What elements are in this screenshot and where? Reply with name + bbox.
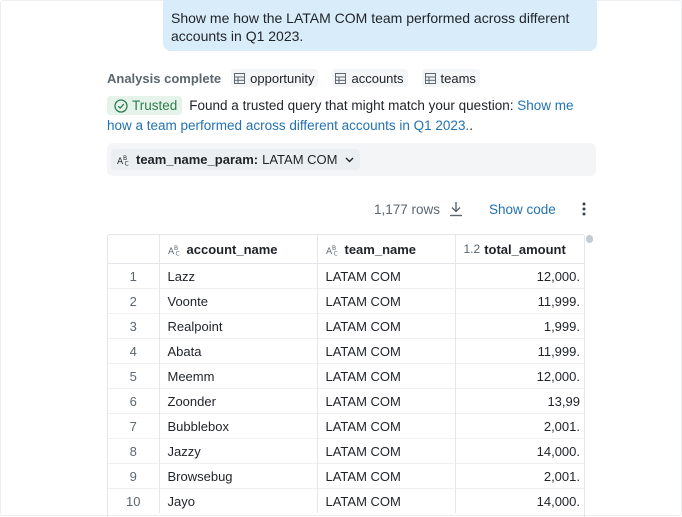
row-index-cell[interactable]: 4 xyxy=(108,338,159,364)
number-type-icon: 1.2 xyxy=(463,242,481,257)
table-row[interactable]: 3 Realpoint LATAM COM 1,999. xyxy=(108,313,584,339)
row-index-cell[interactable]: 7 xyxy=(108,413,159,439)
account-name-cell[interactable]: Browsebug xyxy=(158,463,317,489)
total-amount-cell[interactable]: 14,000. xyxy=(454,488,584,513)
total-amount-cell[interactable]: 1,999. xyxy=(454,313,584,339)
table-icon xyxy=(234,72,246,84)
param-value: LATAM COM xyxy=(262,152,338,167)
analysis-status: Analysis complete xyxy=(107,70,222,86)
trusted-text: Found a trusted query that might match y… xyxy=(189,98,514,113)
column-header-account-name[interactable]: ABCABCaccount_name xyxy=(158,235,317,264)
svg-text:C: C xyxy=(333,251,337,257)
text-type-icon: ABCABC xyxy=(326,242,341,258)
team-name-cell[interactable]: LATAM COM xyxy=(316,413,455,439)
total-amount-cell[interactable]: 2,001. xyxy=(454,413,584,439)
table-header-row: ABCABCaccount_name ABCABCteam_name 1.2to… xyxy=(108,235,584,264)
parameter-bar: ABC team_name_param: LATAM COM xyxy=(107,143,596,176)
text-type-icon: A BC xyxy=(117,155,129,166)
table-row[interactable]: 1 Lazz LATAM COM 12,000. xyxy=(108,263,584,289)
table-row[interactable]: 7 Bubblebox LATAM COM 2,001. xyxy=(108,413,584,439)
table-chip-accounts[interactable]: accounts xyxy=(332,69,408,87)
svg-text:C: C xyxy=(175,251,179,257)
table-row[interactable]: 10 Jayo LATAM COM 14,000. xyxy=(108,488,584,513)
table-row[interactable]: 6 Zoonder LATAM COM 13,99 xyxy=(108,388,584,414)
column-name: total_amount xyxy=(484,241,566,257)
column-header-total-amount[interactable]: 1.2 total_amount xyxy=(454,235,584,264)
table-row[interactable]: 9 Browsebug LATAM COM 2,001. xyxy=(108,463,584,489)
table-icon xyxy=(424,72,436,84)
param-name: team_name_param: xyxy=(136,152,259,167)
check-circle-icon xyxy=(114,98,128,113)
table-row[interactable]: 5 Meemm LATAM COM 12,000. xyxy=(108,363,584,389)
svg-text:C: C xyxy=(125,160,129,166)
team-name-param-dropdown[interactable]: ABC team_name_param: LATAM COM xyxy=(111,149,361,170)
row-index-cell[interactable]: 2 xyxy=(108,288,159,314)
account-name-cell[interactable]: Meemm xyxy=(158,363,317,389)
row-index-cell[interactable]: 3 xyxy=(108,313,159,339)
table-chip-label: accounts xyxy=(351,70,404,86)
team-name-cell[interactable]: LATAM COM xyxy=(316,388,455,414)
row-index-cell[interactable]: 9 xyxy=(108,463,159,489)
trusted-suffix: . xyxy=(469,118,473,133)
team-name-cell[interactable]: LATAM COM xyxy=(316,463,455,489)
chevron-down-icon xyxy=(345,157,354,163)
total-amount-cell[interactable]: 11,999. xyxy=(454,338,584,364)
team-name-cell[interactable]: LATAM COM xyxy=(316,363,455,389)
show-code-button[interactable]: Show code xyxy=(489,202,556,217)
table-chip-teams[interactable]: teams xyxy=(421,69,480,87)
account-name-cell[interactable]: Jayo xyxy=(158,488,317,513)
table-chip-opportunity[interactable]: opportunity xyxy=(231,69,319,87)
table-icon xyxy=(335,72,347,84)
row-count: 1,177 rows xyxy=(374,202,441,217)
row-index-cell[interactable]: 6 xyxy=(108,388,159,414)
account-name-cell[interactable]: Zoonder xyxy=(158,388,317,414)
account-name-cell[interactable]: Bubblebox xyxy=(158,413,317,439)
column-name: team_name xyxy=(344,241,417,257)
total-amount-cell[interactable]: 14,000. xyxy=(454,438,584,464)
results-toolbar: 1,177 rows Show code xyxy=(0,200,682,220)
trusted-badge: Trusted xyxy=(107,96,183,115)
table-scrollbar-thumb[interactable] xyxy=(586,235,593,243)
row-index-cell[interactable]: 5 xyxy=(108,363,159,389)
trusted-query-notice: Trusted Found a trusted query that might… xyxy=(107,96,597,136)
account-name-cell[interactable]: Realpoint xyxy=(158,313,317,339)
table-chip-label: opportunity xyxy=(250,70,315,86)
total-amount-cell[interactable]: 12,000. xyxy=(454,263,584,289)
team-name-cell[interactable]: LATAM COM xyxy=(316,288,455,314)
column-header-team-name[interactable]: ABCABCteam_name xyxy=(316,235,455,264)
total-amount-cell[interactable]: 12,000. xyxy=(454,363,584,389)
row-index-cell[interactable]: 8 xyxy=(108,438,159,464)
account-name-cell[interactable]: Voonte xyxy=(158,288,317,314)
table-chip-label: teams xyxy=(440,70,476,86)
more-options-icon[interactable] xyxy=(580,201,588,220)
team-name-cell[interactable]: LATAM COM xyxy=(316,438,455,464)
team-name-cell[interactable]: LATAM COM xyxy=(316,263,455,289)
user-message-text: Show me how the LATAM COM team performed… xyxy=(171,10,570,44)
table-row[interactable]: 2 Voonte LATAM COM 11,999. xyxy=(108,288,584,314)
table-scrollbar[interactable] xyxy=(584,234,596,516)
results-table: ABCABCaccount_name ABCABCteam_name 1.2to… xyxy=(107,234,585,517)
team-name-cell[interactable]: LATAM COM xyxy=(316,338,455,364)
row-index-cell[interactable]: 1 xyxy=(108,263,159,289)
text-type-icon: ABCABC xyxy=(168,242,183,258)
trusted-badge-label: Trusted xyxy=(132,97,178,113)
total-amount-cell[interactable]: 11,999. xyxy=(454,288,584,314)
analysis-status-row: Analysis complete opportunity accounts t… xyxy=(107,69,494,87)
total-amount-cell[interactable]: 13,99 xyxy=(454,388,584,414)
account-name-cell[interactable]: Lazz xyxy=(158,263,317,289)
account-name-cell[interactable]: Jazzy xyxy=(158,438,317,464)
table-row[interactable]: 8 Jazzy LATAM COM 14,000. xyxy=(108,438,584,464)
column-name: account_name xyxy=(186,241,278,257)
team-name-cell[interactable]: LATAM COM xyxy=(316,313,455,339)
row-index-cell[interactable]: 10 xyxy=(108,488,159,513)
total-amount-cell[interactable]: 2,001. xyxy=(454,463,584,489)
team-name-cell[interactable]: LATAM COM xyxy=(316,488,455,513)
table-row[interactable]: 4 Abata LATAM COM 11,999. xyxy=(108,338,584,364)
download-icon[interactable] xyxy=(449,201,463,220)
account-name-cell[interactable]: Abata xyxy=(158,338,317,364)
user-message-bubble: Show me how the LATAM COM team performed… xyxy=(163,0,597,51)
index-column-header xyxy=(108,235,159,264)
